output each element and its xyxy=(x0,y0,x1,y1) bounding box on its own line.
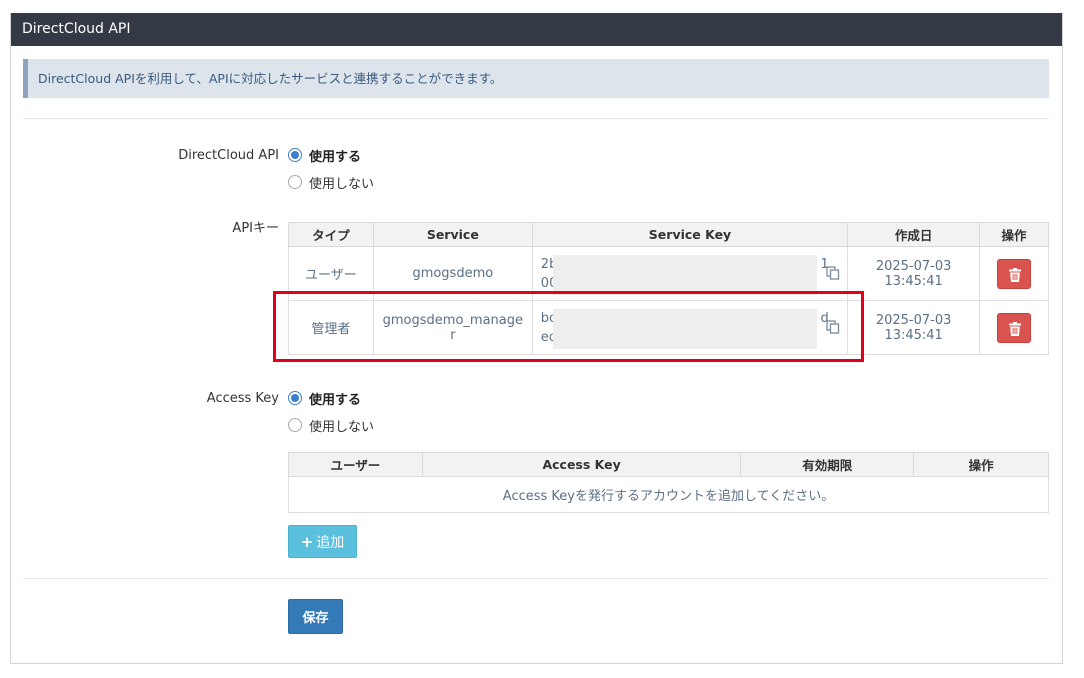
add-button-label: 追加 xyxy=(316,534,345,551)
redaction-mask xyxy=(552,255,817,295)
empty-message: Access Keyを発行するアカウントを追加してください。 xyxy=(288,476,1049,513)
action-cell xyxy=(979,300,1049,355)
delete-button[interactable] xyxy=(997,312,1032,343)
radio-label: 使用しない xyxy=(309,419,375,435)
column-header: 操作 xyxy=(913,452,1049,477)
column-header: 操作 xyxy=(979,222,1049,247)
column-header: Access Key xyxy=(421,452,742,477)
radio-checked-icon[interactable] xyxy=(288,148,302,162)
api-key-label: APIキー xyxy=(232,221,279,236)
table-row: Access Keyを発行するアカウントを追加してください。 xyxy=(288,476,1049,513)
trash-icon xyxy=(1009,267,1022,282)
radio-label: 使用しない xyxy=(309,176,375,192)
directcloud-api-use-radio[interactable]: 使用する xyxy=(288,146,362,165)
date-text: 2025-07-03 xyxy=(875,312,952,328)
directcloud-api-not-use-radio[interactable]: 使用しない xyxy=(288,173,375,192)
radio-unchecked-icon[interactable] xyxy=(288,175,302,189)
time-text: 13:45:41 xyxy=(884,273,943,289)
column-header: ユーザー xyxy=(288,452,423,477)
date-text: 2025-07-03 xyxy=(875,258,952,274)
column-header: Service xyxy=(372,222,533,247)
created-date-cell: 2025-07-03 13:45:41 xyxy=(847,300,981,355)
radio-label: 使用する xyxy=(309,149,362,165)
delete-button[interactable] xyxy=(997,258,1032,289)
column-header: Service Key xyxy=(531,222,849,247)
action-cell xyxy=(979,246,1049,301)
copy-icon[interactable] xyxy=(826,266,840,280)
panel-title: DirectCloud API xyxy=(11,13,1062,46)
radio-checked-icon[interactable] xyxy=(288,391,302,405)
save-button[interactable]: 保存 xyxy=(288,599,343,634)
access-key-table: ユーザー Access Key 有効期限 操作 Access Keyを発行するア… xyxy=(288,452,1049,513)
divider xyxy=(23,578,1049,579)
directcloud-api-label: DirectCloud API xyxy=(178,148,279,163)
info-message: DirectCloud APIを利用して、APIに対応したサービスと連携すること… xyxy=(23,59,1049,98)
highlight-box xyxy=(273,291,864,362)
table-header-row: ユーザー Access Key 有効期限 操作 xyxy=(288,452,1049,477)
time-text: 13:45:41 xyxy=(884,327,943,343)
add-access-key-button[interactable]: + 追加 xyxy=(288,525,357,558)
access-key-not-use-radio[interactable]: 使用しない xyxy=(288,416,375,435)
column-header: 作成日 xyxy=(847,222,981,247)
radio-unchecked-icon[interactable] xyxy=(288,418,302,432)
trash-icon xyxy=(1009,321,1022,336)
table-header-row: タイプ Service Service Key 作成日 操作 xyxy=(288,222,1049,247)
plus-icon: + xyxy=(300,532,314,551)
access-key-label: Access Key xyxy=(206,391,279,406)
created-date-cell: 2025-07-03 13:45:41 xyxy=(847,246,981,301)
column-header: 有効期限 xyxy=(740,452,915,477)
radio-label: 使用する xyxy=(309,392,362,408)
access-key-use-radio[interactable]: 使用する xyxy=(288,389,362,408)
divider xyxy=(23,118,1049,119)
column-header: タイプ xyxy=(288,222,374,247)
